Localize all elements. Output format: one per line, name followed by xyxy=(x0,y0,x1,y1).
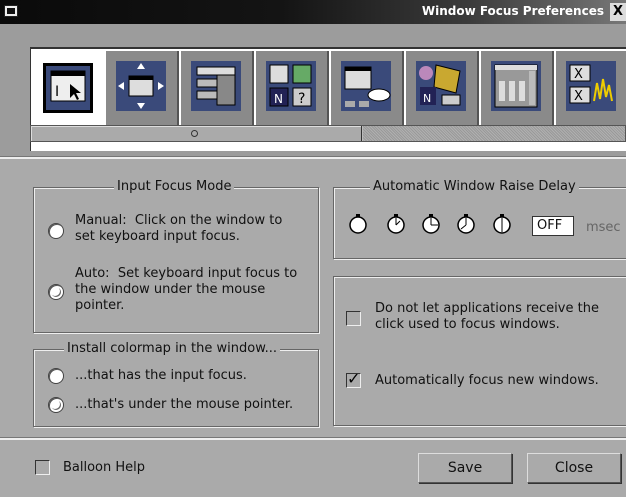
delay-off-stopwatch-icon[interactable] xyxy=(348,214,368,234)
svg-text:N: N xyxy=(274,92,283,106)
category-toolbar: I N ? N X X xyxy=(0,24,626,156)
scrollbar-track[interactable] xyxy=(363,126,625,141)
window-menu-button[interactable] xyxy=(4,5,18,17)
input-focus-mode-legend: Input Focus Mode xyxy=(114,179,235,194)
balloon-help-label[interactable]: Balloon Help xyxy=(63,460,145,476)
delay-longest-stopwatch-icon[interactable] xyxy=(492,214,512,234)
window-move-category-button[interactable] xyxy=(106,51,179,125)
no-click-focus-label[interactable]: Do not let applications receive the clic… xyxy=(375,301,599,333)
divider xyxy=(0,437,626,440)
balloon-help-checkbox[interactable] xyxy=(35,460,50,475)
window-move-icon xyxy=(116,61,166,111)
svg-text:I: I xyxy=(55,84,59,100)
focus-mode-icon: I xyxy=(43,63,93,113)
category-scrollbar[interactable] xyxy=(30,125,626,142)
manual-focus-label[interactable]: Manual: Click on the window to set keybo… xyxy=(75,213,282,245)
window-title: Window Focus Preferences xyxy=(421,4,604,18)
raise-delay-group: Automatic Window Raise Delay xyxy=(333,179,626,259)
raise-delay-input[interactable]: OFF xyxy=(532,216,574,236)
title-bar[interactable]: Window Focus Preferences X xyxy=(0,0,626,24)
focus-mode-category-button[interactable]: I xyxy=(31,51,104,125)
auto-focus-radio[interactable] xyxy=(48,284,64,300)
delay-long-stopwatch-icon[interactable] xyxy=(456,214,476,234)
auto-focus-new-checkbox[interactable]: ✓ xyxy=(346,369,361,388)
window-list-category-button[interactable] xyxy=(181,51,254,125)
svg-text:?: ? xyxy=(298,91,305,107)
colormap-input-focus-label[interactable]: ...that has the input focus. xyxy=(75,368,247,384)
svg-text:X: X xyxy=(574,89,583,104)
colormap-group: Install colormap in the window... xyxy=(33,341,319,427)
checkmark-icon: ✓ xyxy=(347,369,361,388)
close-window-button[interactable]: X xyxy=(610,3,626,21)
close-button[interactable]: Close xyxy=(527,453,621,483)
svg-text:X: X xyxy=(574,67,583,82)
menu-config-icon xyxy=(491,61,541,111)
save-button[interactable]: Save xyxy=(418,453,512,483)
divider xyxy=(0,156,626,159)
desktop-category-button[interactable]: N xyxy=(406,51,479,125)
raise-delay-legend: Automatic Window Raise Delay xyxy=(370,179,579,194)
manual-focus-radio[interactable] xyxy=(48,223,64,239)
misc-category-button[interactable]: X X xyxy=(556,51,626,125)
focus-options-group xyxy=(333,276,626,426)
delay-short-stopwatch-icon[interactable] xyxy=(386,214,406,234)
colormap-legend: Install colormap in the window... xyxy=(64,341,281,356)
colormap-mouse-pointer-label[interactable]: ...that's under the mouse pointer. xyxy=(75,397,293,413)
delay-medium-stopwatch-icon[interactable] xyxy=(421,214,441,234)
colormap-mouse-pointer-radio[interactable] xyxy=(48,397,64,413)
palette-category-button[interactable]: N ? xyxy=(256,51,329,125)
desktop-icon: N xyxy=(416,61,466,111)
palette-icon: N ? xyxy=(266,61,316,111)
window-list-icon xyxy=(191,61,241,111)
workspace-category-button[interactable] xyxy=(331,51,404,125)
raise-delay-unit: msec xyxy=(586,220,621,235)
auto-focus-label[interactable]: Auto: Set keyboard input focus to the wi… xyxy=(75,266,297,314)
menu-config-category-button[interactable] xyxy=(481,51,554,125)
no-click-focus-checkbox[interactable] xyxy=(346,311,361,326)
auto-focus-new-label[interactable]: Automatically focus new windows. xyxy=(375,373,599,389)
scrollbar-grip-icon xyxy=(191,130,198,137)
misc-icon: X X xyxy=(566,61,616,111)
scrollbar-thumb[interactable] xyxy=(31,126,362,141)
workspace-icon xyxy=(341,61,391,111)
svg-text:N: N xyxy=(423,92,431,105)
colormap-input-focus-radio[interactable] xyxy=(48,368,64,384)
